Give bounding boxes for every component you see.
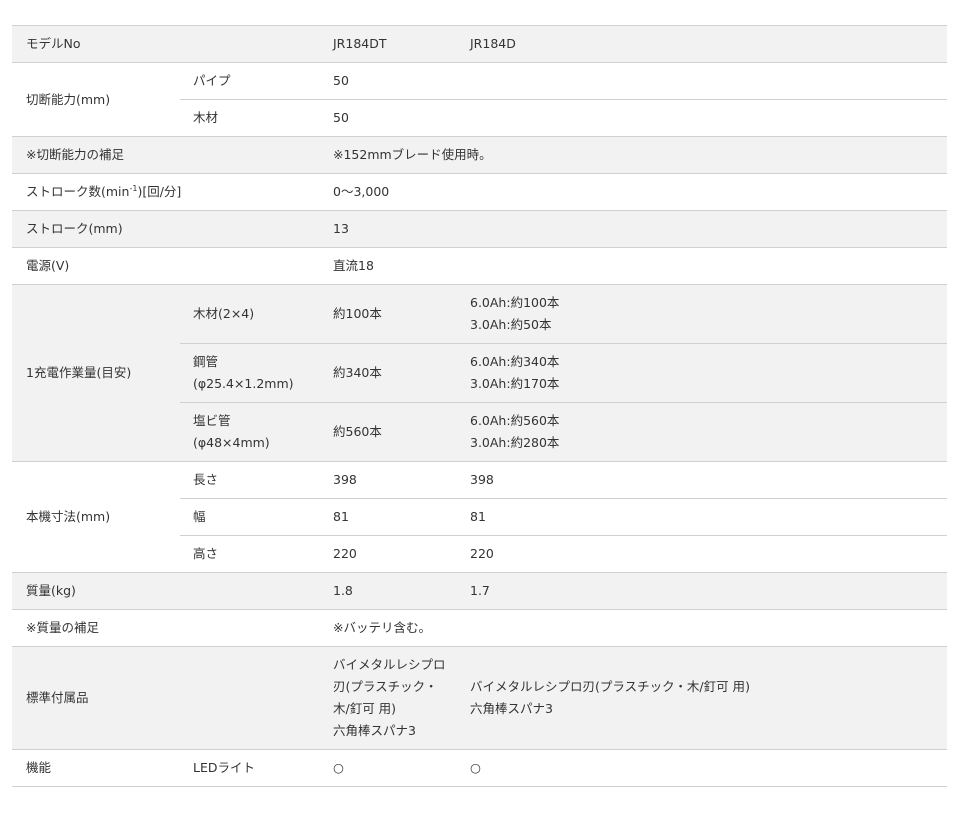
spec-value-jr184dt: 81 [320,498,457,536]
spec-sub-label: 幅 [180,498,320,536]
spec-value-jr184d: ○ [457,749,947,787]
table-row: 切断能力(mm) パイプ 50 [12,62,947,137]
spec-label: ストローク数(min-1)[回/分] [12,173,181,211]
spec-value-jr184dt: 約100本 [320,284,457,344]
spec-label: ※質量の補足 [12,609,180,647]
table-row: ストローク数(min-1)[回/分] 0〜3,000 [12,173,947,211]
spec-value-jr184dt: 220 [320,535,457,573]
spec-value-jr184dt: 50 [320,99,457,137]
spec-sub-label: 長さ [180,461,320,499]
spec-value-jr184d: 1.7 [457,572,947,610]
spec-value-jr184dt: 0〜3,000 [320,173,457,211]
table-row: 本機寸法(mm) 長さ 398 398 [12,461,947,573]
spec-value-shared: ※152mmブレード使用時。 [320,136,947,174]
spec-sub-label: 塩ビ管 (φ48×4mm) [180,402,320,462]
spec-value-shared: ※バッテリ含む。 [320,609,947,647]
spec-sub-label: LEDライト [180,749,320,787]
spec-value-jr184d: 220 [457,535,947,573]
table-row: モデルNo JR184DT JR184D [12,25,947,63]
spec-value-jr184d: 6.0Ah:約340本 3.0Ah:約170本 [457,343,947,403]
spec-sub-label: 木材 [180,99,320,137]
spec-value-jr184dt: JR184DT [320,25,457,63]
table-row: ストローク(mm) 13 [12,210,947,248]
spec-value-jr184dt: 13 [320,210,457,248]
spec-sub-label [180,609,320,647]
spec-sub-label [180,572,320,610]
spec-sub-label [180,247,320,285]
spec-value-jr184d [457,210,947,248]
table-row: 1充電作業量(目安) 木材(2×4) 約100本 6.0Ah:約100本 3.0Ah:約… [12,284,947,462]
table-row: 標準付属品 バイメタルレシプロ 刃(プラスチック・ 木/釘可 用) 六角棒スパナ3 バイメ… [12,646,947,750]
spec-value-jr184d [457,247,947,285]
spec-label: モデルNo [12,25,180,63]
spec-sub-label [180,210,320,248]
spec-sub-label: 木材(2×4) [180,284,320,344]
spec-value-jr184dt: 50 [320,62,457,100]
spec-sub-label: パイプ [180,62,320,100]
spec-label: ストローク(mm) [12,210,180,248]
spec-value-jr184dt: バイメタルレシプロ 刃(プラスチック・ 木/釘可 用) 六角棒スパナ3 [320,646,457,750]
spec-label: 切断能力(mm) [12,62,180,137]
table-row: 電源(V) 直流18 [12,247,947,285]
spec-table-body: モデルNo JR184DT JR184D 切断能力(mm) パイプ 50 木材 50 ※切断能力… [12,25,947,787]
spec-value-jr184dt: 約560本 [320,402,457,462]
spec-sub-label [180,173,320,211]
spec-sub-label: 鋼管 (φ25.4×1.2mm) [180,343,320,403]
spec-label: 質量(kg) [12,572,180,610]
spec-value-jr184dt: 1.8 [320,572,457,610]
spec-value-jr184d [457,99,947,137]
spec-table: モデルNo JR184DT JR184D 切断能力(mm) パイプ 50 木材 50 ※切断能力… [12,25,947,787]
spec-label: 標準付属品 [12,646,180,750]
spec-value-jr184d: 6.0Ah:約100本 3.0Ah:約50本 [457,284,947,344]
spec-sub-label [180,136,320,174]
spec-value-jr184d: 81 [457,498,947,536]
spec-label: 機能 [12,749,180,787]
spec-value-jr184d: 398 [457,461,947,499]
spec-value-jr184d: JR184D [457,25,947,63]
spec-value-jr184dt: 直流18 [320,247,457,285]
spec-label: 1充電作業量(目安) [12,284,180,462]
spec-value-jr184d [457,173,947,211]
spec-sub-label [180,646,320,750]
spec-sub-label: 高さ [180,535,320,573]
spec-label: 電源(V) [12,247,180,285]
table-row: 機能 LEDライト ○ ○ [12,749,947,787]
spec-value-jr184dt: 約340本 [320,343,457,403]
spec-value-jr184dt: ○ [320,749,457,787]
spec-sub-label [180,25,320,63]
spec-label: ※切断能力の補足 [12,136,180,174]
spec-value-jr184d: バイメタルレシプロ刃(プラスチック・木/釘可 用) 六角棒スパナ3 [457,646,947,750]
table-row: ※質量の補足 ※バッテリ含む。 [12,609,947,647]
spec-value-jr184dt: 398 [320,461,457,499]
table-row: 質量(kg) 1.8 1.7 [12,572,947,610]
spec-value-jr184d [457,62,947,100]
spec-value-jr184d: 6.0Ah:約560本 3.0Ah:約280本 [457,402,947,462]
table-row: ※切断能力の補足 ※152mmブレード使用時。 [12,136,947,174]
spec-label: 本機寸法(mm) [12,461,180,573]
